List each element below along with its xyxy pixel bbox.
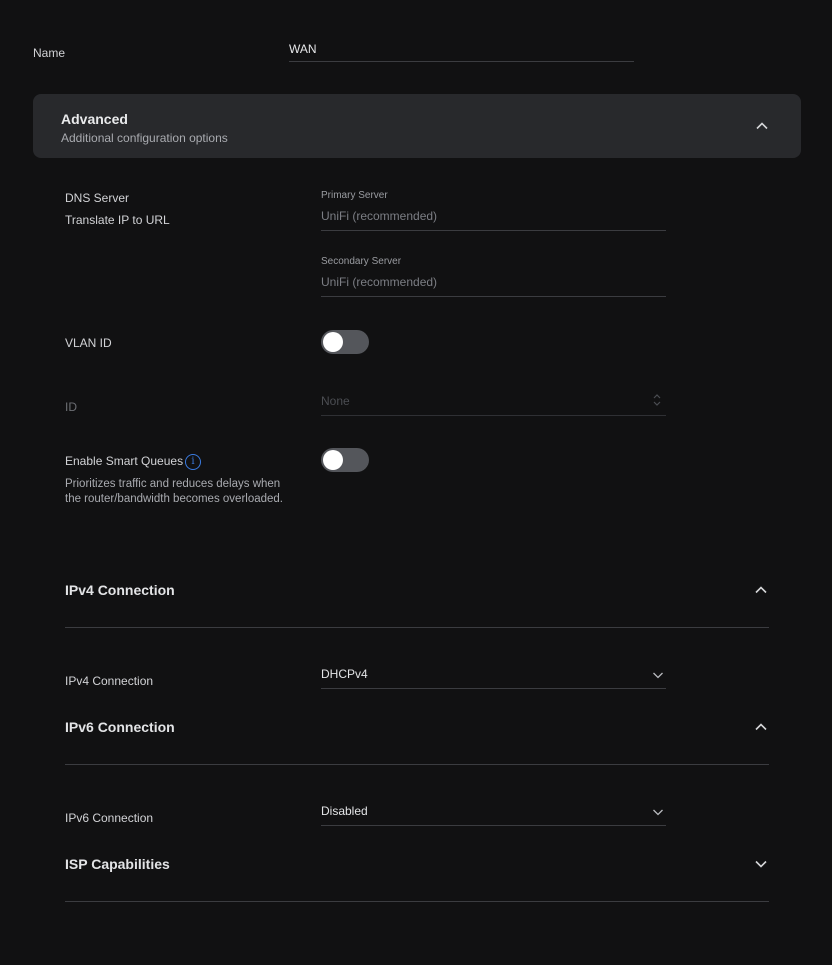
primary-server-placeholder: UniFi (recommended) <box>321 209 438 223</box>
smart-queues-label: Enable Smart Queues <box>65 454 184 468</box>
advanced-title: Advanced <box>61 111 128 127</box>
ipv6-connection-select[interactable]: Disabled <box>321 802 666 826</box>
name-label: Name <box>33 46 66 60</box>
ipv4-divider <box>65 627 769 628</box>
chevron-down-icon <box>652 805 664 817</box>
toggle-knob <box>323 450 343 470</box>
isp-divider <box>65 901 769 902</box>
chevron-down-icon <box>652 668 664 680</box>
primary-server-input[interactable]: UniFi (recommended) <box>321 207 666 231</box>
vlan-id-label: VLAN ID <box>65 336 112 350</box>
ipv4-connection-select[interactable]: DHCPv4 <box>321 665 666 689</box>
id-placeholder: None <box>321 394 350 408</box>
advanced-header[interactable]: Advanced Additional configuration option… <box>33 94 801 158</box>
ipv4-connection-value: DHCPv4 <box>321 667 368 681</box>
id-label: ID <box>65 400 77 414</box>
dns-server-label: DNS Server <box>65 191 130 205</box>
smart-queues-toggle[interactable] <box>321 448 369 472</box>
id-input: None <box>321 392 666 416</box>
ipv6-connection-value: Disabled <box>321 804 368 818</box>
advanced-subtitle: Additional configuration options <box>61 131 228 145</box>
ipv6-divider <box>65 764 769 765</box>
toggle-knob <box>323 332 343 352</box>
name-input[interactable]: WAN <box>289 40 634 62</box>
smart-queues-description: Prioritizes traffic and reduces delays w… <box>65 478 284 505</box>
chevron-up-icon[interactable] <box>754 583 768 597</box>
chevron-up-icon[interactable] <box>754 720 768 734</box>
ipv6-section-title[interactable]: IPv6 Connection <box>65 719 175 735</box>
ipv6-connection-label: IPv6 Connection <box>65 811 154 825</box>
secondary-server-label: Secondary Server <box>321 256 402 267</box>
ipv4-connection-label: IPv4 Connection <box>65 674 154 688</box>
ipv4-section-title[interactable]: IPv4 Connection <box>65 582 175 598</box>
dns-server-sublabel: Translate IP to URL <box>65 213 170 227</box>
stepper-icon <box>652 393 662 407</box>
name-input-value: WAN <box>289 42 317 56</box>
chevron-up-icon[interactable] <box>755 119 769 133</box>
vlan-id-toggle[interactable] <box>321 330 369 354</box>
secondary-server-placeholder: UniFi (recommended) <box>321 275 438 289</box>
info-icon[interactable]: i <box>185 454 201 470</box>
secondary-server-input[interactable]: UniFi (recommended) <box>321 273 666 297</box>
isp-capabilities-title[interactable]: ISP Capabilities <box>65 856 170 872</box>
primary-server-label: Primary Server <box>321 190 388 201</box>
chevron-down-icon[interactable] <box>754 857 768 871</box>
